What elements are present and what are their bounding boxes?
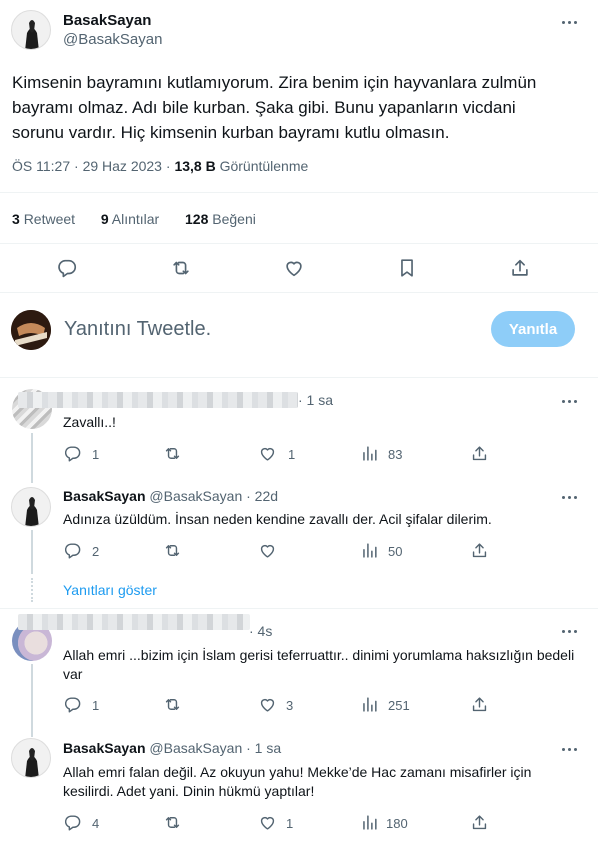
like-count: 3 <box>286 698 294 713</box>
quotes-stat[interactable]: 9 Alıntılar <box>101 211 159 227</box>
share-icon[interactable] <box>470 695 489 714</box>
view-count: 180 <box>386 816 408 831</box>
more-icon[interactable] <box>557 739 581 759</box>
divider <box>0 377 598 378</box>
share-icon[interactable] <box>470 813 489 832</box>
likes-stat[interactable]: 128 Beğeni <box>185 211 256 227</box>
reply-text: Allah emri falan değil. Az okuyun yahu! … <box>63 764 532 799</box>
like-count: 1 <box>286 816 294 831</box>
retweets-label: Retweet <box>23 211 76 227</box>
retweets-count: 3 <box>12 211 20 227</box>
reply-time[interactable]: · 1 sa <box>246 740 281 756</box>
reply-count: 4 <box>92 816 100 831</box>
share-icon[interactable] <box>470 444 489 463</box>
author-avatar[interactable] <box>11 738 51 778</box>
retweet-icon[interactable] <box>163 695 182 714</box>
reply-count: 2 <box>92 544 100 559</box>
thread-line <box>31 664 33 737</box>
meta-separator: · <box>74 158 79 174</box>
thread-line <box>31 530 33 574</box>
reply-handle[interactable]: @BasakSayan <box>149 740 242 756</box>
author-display-name[interactable]: BasakSayan <box>63 12 151 29</box>
more-icon[interactable] <box>557 487 581 507</box>
my-avatar[interactable] <box>11 310 51 350</box>
reply-time[interactable]: · 1 sa <box>298 392 333 408</box>
share-icon[interactable] <box>470 541 489 560</box>
thread-line <box>31 433 33 483</box>
quotes-count: 9 <box>100 211 109 227</box>
tweet-date[interactable]: 29 Haz 2023 <box>83 158 162 174</box>
reply-button[interactable]: Yanıtla <box>491 311 575 347</box>
likes-count: 128 <box>185 211 209 227</box>
reply-count: 1 <box>92 447 100 462</box>
view-count: 50 <box>388 544 403 559</box>
more-icon[interactable] <box>557 391 581 411</box>
engagement-stats: 3 Retweet 9 Alıntılar 128 Beğeni <box>12 211 256 227</box>
reply-icon[interactable] <box>63 541 82 560</box>
reply-text: Zavallı..! <box>63 414 116 430</box>
reply-icon[interactable] <box>63 813 82 832</box>
author-avatar[interactable] <box>11 487 51 527</box>
reply-time[interactable]: · 22d <box>246 488 278 504</box>
like-count: 1 <box>288 447 296 462</box>
retweet-icon[interactable] <box>170 257 192 279</box>
reply-header: BasakSayan @BasakSayan · 22d <box>63 488 278 504</box>
reply-icon[interactable] <box>63 695 82 714</box>
divider <box>0 192 598 193</box>
views-icon[interactable] <box>360 444 379 463</box>
reply-text: Adınıza üzüldüm. İnsan neden kendine zav… <box>63 511 492 527</box>
more-icon[interactable] <box>557 621 581 641</box>
bookmark-icon[interactable] <box>396 257 418 279</box>
retweets-stat[interactable]: 3 Retweet <box>12 211 75 227</box>
divider <box>0 292 598 293</box>
tweet-time[interactable]: ÖS 11:27 <box>12 158 70 174</box>
views-label: Görüntülenme <box>219 158 309 174</box>
show-replies-link[interactable]: Yanıtları göster <box>63 582 157 598</box>
reply-count: 1 <box>92 698 100 713</box>
reply-display-name[interactable]: BasakSayan <box>63 488 146 504</box>
retweet-icon[interactable] <box>163 813 182 832</box>
view-count: 251 <box>388 698 410 713</box>
like-icon[interactable] <box>258 444 277 463</box>
reply-icon[interactable] <box>63 444 82 463</box>
views-icon[interactable] <box>360 541 379 560</box>
reply-display-name[interactable]: BasakSayan <box>63 740 146 756</box>
view-count: 83 <box>388 447 403 462</box>
retweet-icon[interactable] <box>163 541 182 560</box>
like-icon[interactable] <box>258 695 277 714</box>
like-icon[interactable] <box>258 541 277 560</box>
reply-header: BasakSayan @BasakSayan · 1 sa <box>63 740 281 756</box>
reply-icon[interactable] <box>56 257 78 279</box>
compose-input[interactable]: Yanıtını Tweetle. <box>64 318 211 341</box>
thread-dots <box>31 578 33 602</box>
retweet-icon[interactable] <box>163 444 182 463</box>
blurred-user-name <box>18 392 298 408</box>
reply-text: Allah emri ...bizim için İslam gerisi te… <box>63 647 575 682</box>
tweet-text: Kimsenin bayramını kutlamıyorum. Zira be… <box>12 73 537 142</box>
share-icon[interactable] <box>509 257 531 279</box>
views-count: 13,8 B <box>174 158 216 174</box>
meta-separator: · <box>165 158 171 174</box>
like-icon[interactable] <box>283 257 305 279</box>
like-icon[interactable] <box>258 813 277 832</box>
divider <box>0 243 598 244</box>
author-handle[interactable]: @BasakSayan <box>63 31 162 48</box>
blurred-user-name <box>18 614 250 630</box>
views-icon[interactable] <box>360 813 379 832</box>
quotes-label: Alıntılar <box>111 211 160 227</box>
more-icon[interactable] <box>557 12 581 32</box>
reply-handle[interactable]: @BasakSayan <box>149 488 242 504</box>
reply-time[interactable]: · 4s <box>249 623 272 639</box>
tweet-meta: ÖS 11:27 · 29 Haz 2023 · 13,8 B Görüntül… <box>12 158 308 174</box>
divider <box>0 608 598 609</box>
likes-label: Beğeni <box>212 211 256 227</box>
author-avatar[interactable] <box>11 10 51 50</box>
views-icon[interactable] <box>360 695 379 714</box>
